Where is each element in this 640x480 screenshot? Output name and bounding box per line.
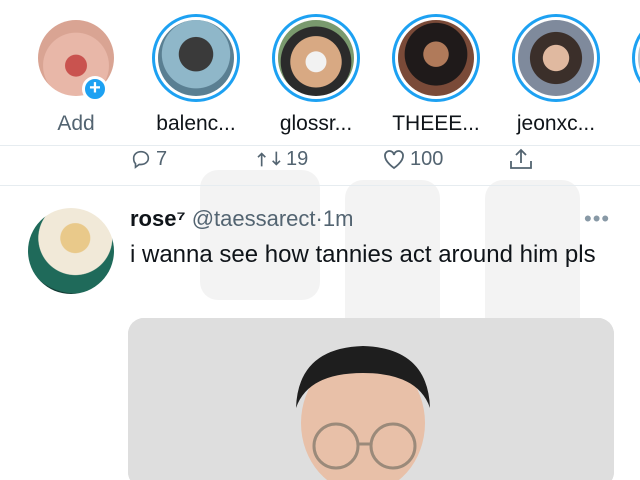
reply-count: 7 — [156, 147, 168, 170]
like-icon — [384, 150, 404, 170]
fleet-ring — [152, 14, 240, 102]
fleet-story[interactable]: balenc... — [146, 14, 246, 136]
tweet-separator: · — [315, 206, 323, 231]
retweet-count: 19 — [286, 147, 309, 170]
fleet-story[interactable]: THEEE... — [386, 14, 486, 136]
fleet-label: Add — [57, 112, 95, 135]
add-plus-icon[interactable]: + — [82, 76, 108, 102]
reply-icon — [132, 150, 150, 169]
fleet-ring — [272, 14, 360, 102]
avatar — [398, 20, 474, 96]
tweet-media[interactable] — [128, 318, 614, 480]
previous-tweet-actions: 7 19 100 — [0, 146, 640, 186]
tweet-header: rose⁷ @taessarect·1m — [130, 206, 353, 232]
tweet-text: i wanna see how tannies act around him p… — [130, 241, 596, 268]
retweet-action[interactable]: 19 — [256, 146, 308, 172]
fleet-label: balenc... — [156, 112, 236, 135]
fleet-story[interactable]: jeonxc... — [506, 14, 606, 136]
like-count: 100 — [410, 147, 444, 170]
fleet-label: jeonxc... — [516, 112, 596, 135]
fleet-ring — [512, 14, 600, 102]
share-icon — [510, 148, 532, 169]
background-ghost — [200, 170, 320, 300]
fleet-ring — [632, 14, 640, 102]
retweet-icon — [257, 151, 281, 167]
avatar — [278, 20, 354, 96]
tweet-timestamp[interactable]: 1m — [323, 206, 354, 231]
tweet-author-handle[interactable]: @taessarect — [192, 206, 316, 231]
fleet-story-partial[interactable] — [626, 14, 640, 102]
fleet-label: glossr... — [279, 112, 353, 135]
like-action[interactable]: 100 — [382, 146, 443, 172]
fleet-ring — [392, 14, 480, 102]
more-icon[interactable]: ••• — [584, 206, 610, 232]
fleet-story[interactable]: glossr... — [266, 14, 366, 136]
fleet-add[interactable]: + Add — [26, 14, 126, 136]
tweet-author-name[interactable]: rose⁷ — [130, 206, 186, 231]
fleets-bar: + Add balenc... glossr... THEEE... jeonx… — [0, 0, 640, 146]
avatar — [518, 20, 594, 96]
tweet-author-avatar[interactable] — [28, 208, 114, 294]
avatar — [158, 20, 234, 96]
media-photo — [128, 318, 614, 480]
share-action[interactable] — [508, 146, 534, 172]
fleet-label: THEEE... — [392, 112, 480, 135]
reply-action[interactable]: 7 — [130, 146, 167, 172]
